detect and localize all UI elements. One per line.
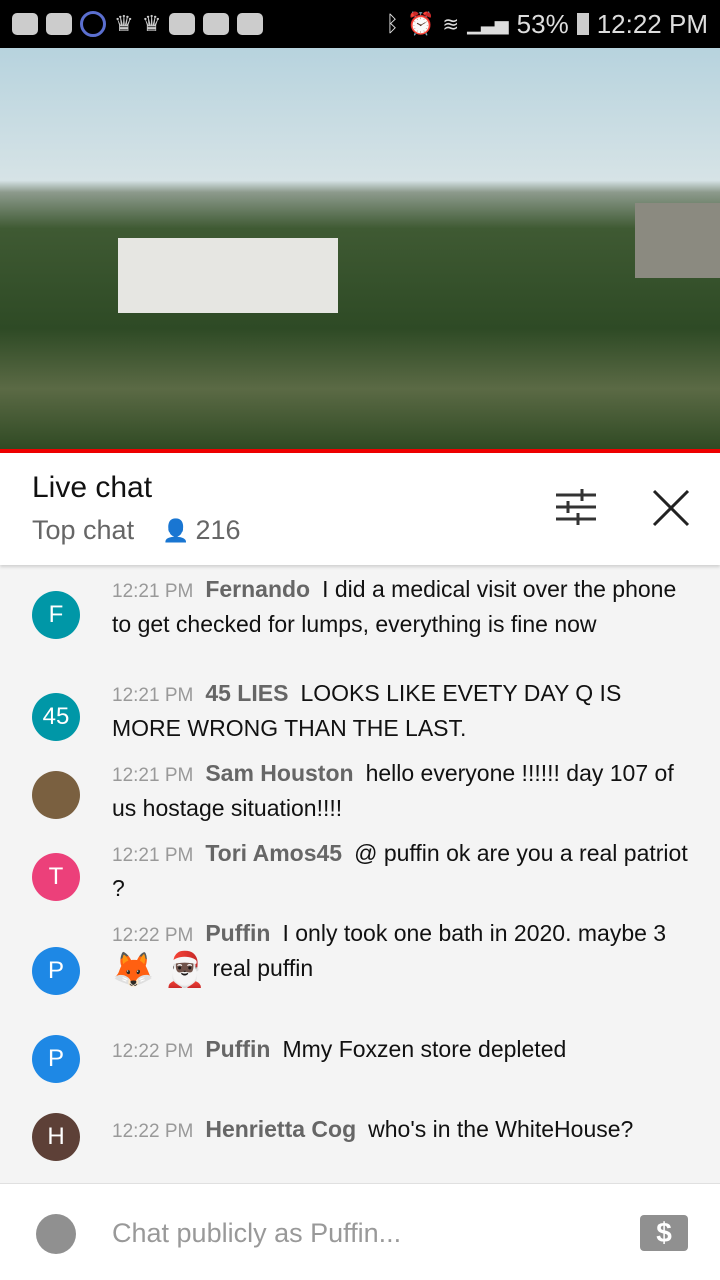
chat-mode-selector[interactable]: Top chat 👤 216 [32, 515, 241, 546]
avatar-initial: F [48, 601, 64, 628]
super-chat-icon[interactable]: $ [640, 1215, 688, 1251]
avatar[interactable]: P [32, 1035, 80, 1083]
chat-list[interactable]: F 12:21 PM Fernando I did a medical visit … [0, 565, 720, 1183]
message-time: 12:21 PM [112, 581, 194, 602]
m-app-icon [169, 13, 196, 35]
crown-icon: ♛ [141, 11, 162, 36]
avatar[interactable]: F [32, 591, 80, 639]
avatar-initial: T [48, 863, 64, 890]
chat-input[interactable]: Chat publicly as Puffin... [112, 1218, 401, 1249]
message-author[interactable]: Tori Amos45 [205, 840, 342, 866]
crown-icon: ♛ [114, 11, 134, 36]
message-author[interactable]: 45 LIES [205, 680, 288, 706]
message-time: 12:21 PM [112, 845, 194, 866]
message-text: Mmy Foxzen store depleted [282, 1036, 567, 1062]
message-body: 12:21 PM 45 LIES LOOKS LIKE EVETY DAY Q IS… [112, 677, 692, 744]
avatar[interactable]: H [32, 1113, 80, 1161]
avatar[interactable]: P [32, 947, 80, 995]
signal-icon: ▁▃▅ [467, 13, 509, 34]
message-text: @ puffin ok are you a real patriot ? [112, 840, 688, 901]
avatar[interactable]: 45 [32, 693, 80, 741]
message-time: 12:22 PM [112, 925, 194, 946]
message-body: 12:22 PM Puffin I only took one bath in 20… [112, 917, 692, 989]
message-time: 12:21 PM [112, 765, 194, 786]
avatar-initial: 45 [42, 703, 70, 730]
chat-input-bar: Chat publicly as Puffin... $ [0, 1183, 720, 1280]
message-text: who's in the WhiteHouse? [368, 1116, 634, 1142]
chat-mode[interactable]: Top chat [32, 515, 134, 546]
viewer-count: 216 [195, 515, 241, 545]
white-house-image [118, 238, 338, 313]
avatar[interactable]: T [32, 853, 80, 901]
wifi-icon: ≋ [442, 13, 460, 36]
message-time: 12:22 PM [112, 1041, 194, 1062]
pokeball-icon [80, 11, 106, 37]
message-text: hello everyone !!!!!! day 107 of us host… [112, 760, 674, 821]
avatar-initial: H [47, 1123, 65, 1150]
chat-header: Live chat Top chat 👤 216 [0, 453, 720, 565]
message-author[interactable]: Fernando [205, 576, 310, 602]
youtube-icon [203, 13, 230, 35]
bluetooth-icon: ᛒ [385, 11, 399, 36]
folder-icon [237, 13, 264, 35]
battery-text: 53% [516, 8, 569, 39]
alarm-icon: ⏰ [406, 11, 435, 36]
message-body: 12:22 PM Puffin Mmy Foxzen store depleted [112, 1033, 692, 1068]
avatar-initial: P [47, 1045, 64, 1072]
person-icon: 👤 [162, 517, 190, 543]
message-author[interactable]: Henrietta Cog [205, 1116, 356, 1142]
message-author[interactable]: Puffin [205, 1036, 270, 1062]
avatar-initial: P [47, 957, 64, 984]
message-author[interactable]: Sam Houston [205, 760, 353, 786]
message-body: 12:21 PM Tori Amos45 @ puffin ok are you a… [112, 837, 692, 904]
filter-icon[interactable] [556, 489, 596, 525]
message-time: 12:21 PM [112, 685, 194, 706]
status-bar: ♛ ♛ ᛒ ⏰ ≋ ▁▃▅ 53% 12:22 PM [0, 0, 720, 48]
clock: 12:22 PM [596, 8, 708, 39]
message-time: 12:22 PM [112, 1121, 194, 1142]
close-icon[interactable] [652, 489, 690, 527]
avatar[interactable] [32, 771, 80, 819]
message-author[interactable]: Puffin [205, 920, 270, 946]
battery-icon [576, 13, 589, 35]
message-text: I did a medical visit over the phone to … [112, 576, 677, 637]
message-body: 12:22 PM Henrietta Cog who's in the WhiteH… [112, 1113, 692, 1148]
message-text-continued: real puffin [212, 955, 314, 981]
message-body: 12:21 PM Fernando I did a medical visit ov… [112, 573, 692, 640]
video-player[interactable] [0, 48, 720, 449]
chat-title: Live chat [32, 471, 153, 504]
emoji: 🦊 🎅🏿 [112, 950, 207, 989]
message-body: 12:21 PM Sam Houston hello everyone !!!!!!… [112, 757, 692, 824]
youtube-icon [12, 13, 38, 35]
emoji-icon[interactable] [36, 1214, 76, 1254]
building-image [635, 203, 720, 278]
alert-icon [46, 13, 72, 35]
message-text: I only took one bath in 2020. maybe 3 [282, 920, 667, 946]
